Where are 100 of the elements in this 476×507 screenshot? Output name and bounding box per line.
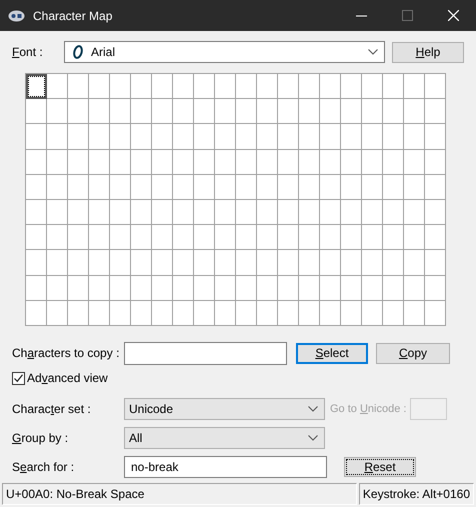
grid-cell[interactable]	[299, 250, 320, 276]
grid-cell[interactable]	[257, 200, 278, 226]
grid-cell[interactable]	[362, 124, 383, 150]
grid-cell[interactable]	[236, 74, 257, 100]
grid-cell[interactable]	[89, 174, 110, 200]
grid-cell[interactable]	[110, 200, 131, 226]
grid-cell[interactable]	[194, 200, 215, 226]
grid-cell[interactable]	[341, 99, 362, 124]
grid-cell[interactable]	[278, 250, 299, 276]
grid-cell[interactable]	[425, 200, 446, 226]
grid-cell[interactable]	[26, 250, 47, 276]
grid-cell[interactable]	[236, 250, 257, 276]
grid-cell[interactable]	[89, 276, 110, 301]
copy-button[interactable]: Copy	[376, 342, 450, 364]
grid-cell[interactable]	[341, 225, 362, 250]
grid-cell[interactable]	[278, 124, 299, 150]
grid-cell[interactable]	[152, 225, 173, 250]
grid-cell[interactable]	[341, 200, 362, 226]
grid-cell[interactable]	[320, 174, 341, 200]
grid-cell[interactable]	[152, 276, 173, 301]
grid-cell[interactable]	[68, 250, 89, 276]
grid-cell[interactable]	[47, 174, 68, 200]
grid-cell[interactable]	[278, 225, 299, 250]
grid-cell[interactable]	[362, 300, 383, 326]
grid-cell[interactable]	[257, 124, 278, 150]
grid-cell[interactable]	[152, 150, 173, 175]
reset-button[interactable]: Reset	[344, 456, 416, 477]
grid-cell[interactable]	[236, 150, 257, 175]
grid-cell[interactable]	[299, 124, 320, 150]
grid-cell[interactable]	[425, 250, 446, 276]
grid-cell[interactable]	[47, 150, 68, 175]
grid-cell[interactable]	[362, 99, 383, 124]
grid-cell[interactable]	[47, 74, 68, 100]
grid-cell[interactable]	[299, 276, 320, 301]
grid-cell[interactable]	[131, 225, 152, 250]
grid-cell[interactable]	[341, 174, 362, 200]
grid-cell[interactable]	[110, 174, 131, 200]
grid-cell[interactable]	[131, 150, 152, 175]
grid-cell[interactable]	[215, 99, 236, 124]
grid-cell[interactable]	[362, 225, 383, 250]
grid-cell[interactable]	[236, 124, 257, 150]
grid-cell[interactable]	[68, 150, 89, 175]
grid-cell[interactable]	[89, 99, 110, 124]
grid-cell[interactable]	[26, 225, 47, 250]
grid-cell[interactable]	[236, 174, 257, 200]
grid-cell[interactable]	[362, 74, 383, 100]
grid-cell[interactable]	[194, 124, 215, 150]
grid-cell[interactable]	[26, 276, 47, 301]
grid-cell[interactable]	[68, 99, 89, 124]
grid-cell[interactable]	[110, 300, 131, 326]
grid-cell[interactable]	[68, 225, 89, 250]
grid-cell[interactable]	[320, 250, 341, 276]
grid-cell[interactable]	[362, 276, 383, 301]
grid-cell[interactable]	[320, 99, 341, 124]
grid-cell[interactable]	[404, 250, 425, 276]
grid-cell[interactable]	[383, 74, 404, 100]
grid-cell[interactable]	[404, 74, 425, 100]
grid-cell[interactable]	[215, 276, 236, 301]
grid-cell[interactable]	[257, 150, 278, 175]
grid-cell[interactable]	[320, 74, 341, 100]
advanced-view-checkbox[interactable]	[12, 372, 25, 385]
grid-cell[interactable]	[215, 74, 236, 100]
grid-cell[interactable]	[383, 250, 404, 276]
grid-cell[interactable]	[194, 99, 215, 124]
grid-cell[interactable]	[215, 150, 236, 175]
grid-cell[interactable]	[110, 99, 131, 124]
grid-cell[interactable]	[383, 174, 404, 200]
grid-cell[interactable]	[299, 200, 320, 226]
grid-cell[interactable]	[152, 99, 173, 124]
grid-cell[interactable]	[236, 200, 257, 226]
grid-cell[interactable]	[110, 74, 131, 100]
grid-cell[interactable]	[131, 99, 152, 124]
grid-cell[interactable]	[425, 74, 446, 100]
grid-cell[interactable]	[257, 74, 278, 100]
characters-to-copy-field[interactable]	[124, 342, 287, 365]
grid-cell[interactable]	[341, 74, 362, 100]
grid-cell[interactable]	[68, 74, 89, 100]
grid-cell[interactable]	[320, 276, 341, 301]
grid-cell[interactable]	[299, 99, 320, 124]
grid-cell[interactable]	[425, 124, 446, 150]
grid-cell[interactable]	[89, 300, 110, 326]
grid-cell[interactable]	[89, 250, 110, 276]
grid-cell[interactable]	[47, 276, 68, 301]
grid-cell[interactable]	[131, 74, 152, 100]
grid-cell[interactable]	[404, 300, 425, 326]
grid-cell[interactable]	[404, 225, 425, 250]
grid-cell[interactable]	[278, 200, 299, 226]
grid-cell[interactable]	[362, 200, 383, 226]
grid-cell[interactable]	[215, 200, 236, 226]
grid-cell[interactable]	[26, 99, 47, 124]
grid-cell[interactable]	[173, 74, 194, 100]
grid-cell[interactable]	[173, 124, 194, 150]
grid-cell[interactable]	[236, 276, 257, 301]
grid-cell[interactable]	[362, 150, 383, 175]
grid-cell[interactable]	[341, 250, 362, 276]
grid-cell[interactable]	[68, 124, 89, 150]
grid-cell[interactable]	[47, 124, 68, 150]
grid-cell[interactable]	[236, 99, 257, 124]
grid-cell[interactable]	[425, 276, 446, 301]
grid-cell[interactable]	[173, 250, 194, 276]
